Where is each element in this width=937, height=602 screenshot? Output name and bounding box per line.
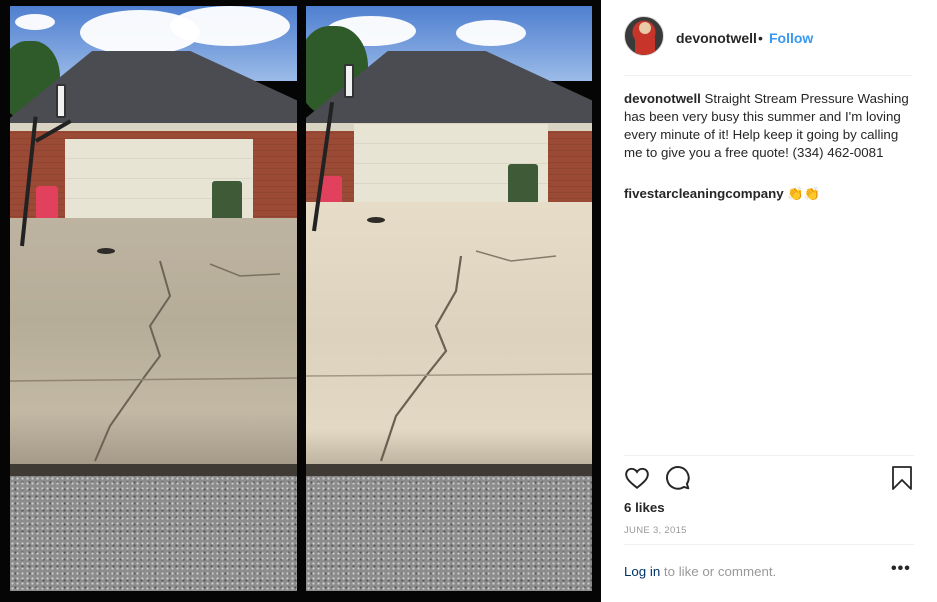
bookmark-icon[interactable]: [890, 465, 914, 491]
login-prompt-text: to like or comment.: [660, 564, 777, 579]
caption: devonotwell Straight Stream Pressure Was…: [624, 90, 916, 162]
after-photo: [306, 6, 592, 591]
comment-username-link[interactable]: fivestarcleaningcompany: [624, 186, 784, 201]
post-date[interactable]: JUNE 3, 2015: [624, 525, 687, 536]
login-prompt: Log in to like or comment.: [624, 564, 776, 579]
more-options-icon[interactable]: •••: [891, 560, 911, 578]
curb: [306, 464, 592, 476]
follow-button[interactable]: Follow: [769, 30, 813, 46]
comment: fivestarcleaningcompany 👏👏: [624, 186, 820, 202]
curb: [10, 464, 297, 476]
avatar-figure: [635, 33, 655, 55]
basketball-backboard: [56, 84, 66, 118]
username-link[interactable]: devonotwell: [676, 30, 757, 46]
street: [10, 476, 297, 591]
post-sidebar: devonotwell • Follow devonotwell Straigh…: [601, 0, 937, 602]
avatar-head: [639, 22, 651, 34]
avatar[interactable]: [624, 16, 664, 56]
post-media[interactable]: [0, 0, 602, 602]
basketball-backboard: [344, 64, 354, 98]
street: [306, 476, 592, 591]
clapping-hands-emoji: 👏👏: [787, 186, 821, 201]
before-photo: [10, 6, 297, 591]
post-header: devonotwell • Follow: [624, 16, 912, 76]
comment-icon[interactable]: [665, 465, 691, 491]
separator-dot: •: [758, 30, 763, 46]
footer-divider: [624, 544, 914, 545]
actions-divider: [624, 455, 914, 456]
caption-username-link[interactable]: devonotwell: [624, 91, 701, 106]
heart-icon[interactable]: [624, 465, 650, 491]
likes-count[interactable]: 6 likes: [624, 500, 665, 515]
login-link[interactable]: Log in: [624, 564, 660, 579]
